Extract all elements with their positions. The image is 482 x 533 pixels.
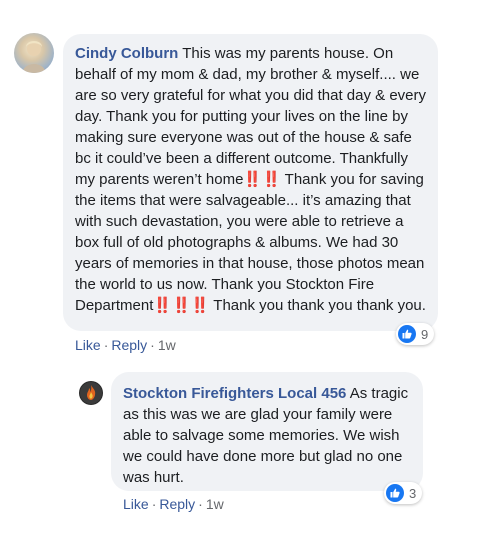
comment-author[interactable]: Stockton Firefighters Local 456 — [123, 385, 346, 402]
separator: · — [103, 337, 109, 353]
avatar[interactable] — [79, 381, 103, 405]
timestamp[interactable]: 1w — [158, 337, 176, 353]
reply-link[interactable]: Reply — [159, 496, 195, 512]
like-reaction-icon — [386, 484, 404, 502]
comment-bubble: Cindy Colburn This was my parents house.… — [63, 34, 438, 331]
separator: · — [198, 496, 203, 512]
avatar[interactable] — [14, 33, 54, 73]
reaction-count[interactable]: 3 — [384, 482, 423, 504]
reaction-count-value: 3 — [409, 485, 417, 501]
comment-bubble: Stockton Firefighters Local 456 As tragi… — [111, 372, 423, 491]
separator: · — [151, 496, 157, 512]
separator: · — [150, 337, 155, 353]
comment: Cindy Colburn This was my parents house.… — [0, 0, 482, 360]
comment-actions: Like · Reply · 1w — [123, 496, 224, 512]
reaction-count[interactable]: 9 — [396, 323, 435, 345]
avatar-photo — [22, 41, 46, 73]
like-link[interactable]: Like — [123, 496, 149, 512]
comment-actions: Like · Reply · 1w — [75, 337, 176, 353]
fire-logo-icon — [80, 382, 102, 404]
reply-comment: Stockton Firefighters Local 456 As tragi… — [0, 360, 482, 533]
reply-link[interactable]: Reply — [111, 337, 147, 353]
like-reaction-icon — [398, 325, 416, 343]
comment-text: This was my parents house. On behalf of … — [75, 45, 427, 314]
reaction-count-value: 9 — [421, 326, 429, 342]
timestamp[interactable]: 1w — [206, 496, 224, 512]
comment-author[interactable]: Cindy Colburn — [75, 45, 178, 62]
like-link[interactable]: Like — [75, 337, 101, 353]
